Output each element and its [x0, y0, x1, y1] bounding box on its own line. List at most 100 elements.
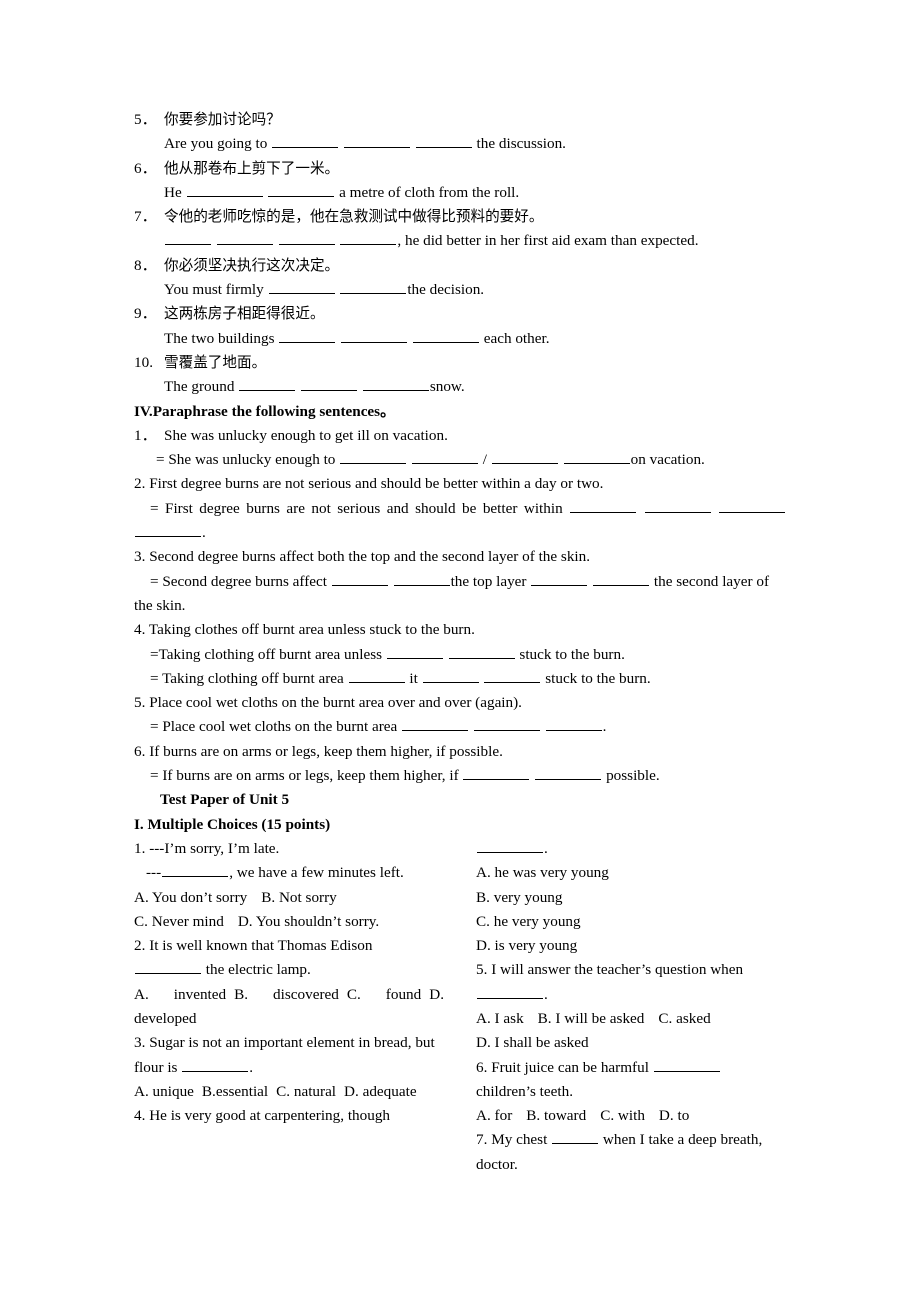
option-d[interactable]: D. to — [659, 1107, 689, 1124]
answer-blank[interactable] — [448, 644, 515, 659]
option-c[interactable]: C. found — [347, 986, 421, 1003]
answer-suffix: snow. — [429, 378, 465, 396]
answer-blank[interactable] — [653, 1057, 720, 1072]
answer-blank[interactable] — [301, 376, 358, 392]
answer-blank[interactable] — [535, 765, 602, 781]
answer-blank[interactable] — [340, 449, 407, 465]
answer-suffix: , he did better in her first aid exam th… — [397, 232, 699, 250]
translation-item-6-chinese: 6． 他从那卷布上剪下了一米。 — [134, 157, 786, 181]
answer-blank[interactable] — [386, 644, 443, 659]
answer-part: =Taking clothing off burnt area unless — [150, 645, 386, 663]
answer-blank[interactable] — [135, 959, 201, 975]
question-4-option-c[interactable]: C. he very young — [476, 910, 786, 934]
dialog-dash: --- — [146, 864, 162, 882]
answer-blank[interactable] — [268, 182, 335, 197]
translation-item-10-answer: The ground snow. — [134, 375, 786, 399]
answer-blank[interactable] — [477, 984, 543, 999]
question-4-option-b[interactable]: B. very young — [476, 886, 786, 910]
option-a[interactable]: A. invented — [134, 986, 226, 1003]
answer-blank[interactable] — [563, 449, 630, 465]
answer-blank[interactable] — [719, 498, 786, 513]
answer-part: on vacation. — [630, 451, 705, 469]
answer-blank[interactable] — [343, 133, 410, 149]
answer-blank[interactable] — [552, 1130, 599, 1145]
translation-item-9-chinese: 9． 这两栋房子相距得很近。 — [134, 302, 786, 326]
test-paper-title: Test Paper of Unit 5 — [160, 791, 290, 809]
answer-blank[interactable] — [331, 571, 388, 586]
answer-blank[interactable] — [341, 328, 408, 343]
question-5-option-d[interactable]: D. I shall be asked — [476, 1031, 786, 1055]
answer-blank[interactable] — [348, 668, 405, 683]
answer-blank[interactable] — [216, 231, 273, 246]
answer-blank[interactable] — [340, 279, 407, 295]
answer-blank[interactable] — [135, 522, 201, 538]
answer-blank[interactable] — [463, 765, 530, 781]
question-4-option-d[interactable]: D. is very young — [476, 934, 786, 958]
option-d[interactable]: D. adequate — [344, 1083, 417, 1100]
option-b[interactable]: B. I will be asked — [538, 1010, 645, 1027]
option-c[interactable]: C. natural — [276, 1083, 336, 1100]
option-c[interactable]: C. with — [600, 1107, 645, 1124]
option-a[interactable]: A. I ask — [476, 1010, 524, 1027]
answer-blank[interactable] — [593, 571, 650, 586]
option-b[interactable]: B. toward — [526, 1107, 586, 1124]
answer-blank[interactable] — [272, 133, 339, 149]
paraphrase-item-3-answer: = Second degree burns affect the top lay… — [134, 570, 786, 619]
answer-blank[interactable] — [279, 328, 336, 343]
option-b[interactable]: B. discovered — [234, 986, 339, 1003]
answer-blank[interactable] — [570, 498, 637, 513]
option-d[interactable]: D. You shouldn’t sorry. — [238, 913, 379, 930]
answer-blank[interactable] — [531, 571, 588, 586]
answer-blank[interactable] — [186, 182, 263, 197]
answer-blank[interactable] — [162, 862, 229, 878]
question-text: Taking clothes off burnt area unless stu… — [148, 621, 475, 639]
answer-blank[interactable] — [422, 668, 479, 683]
item-number: 5. — [134, 694, 146, 712]
question-1-line-2: --- , we have a few minutes left. — [134, 861, 444, 885]
item-number: 3. — [134, 548, 146, 566]
question-text: If burns are on arms or legs, keep them … — [149, 742, 503, 760]
answer-blank[interactable] — [278, 231, 335, 246]
answer-blank[interactable] — [484, 668, 541, 683]
question-7-line-2: doctor. — [476, 1155, 518, 1173]
answer-blank[interactable] — [239, 376, 296, 392]
answer-blank[interactable] — [268, 279, 335, 295]
answer-blank[interactable] — [340, 231, 397, 246]
option-c[interactable]: C. asked — [658, 1010, 710, 1027]
answer-blank[interactable] — [165, 231, 211, 246]
paraphrase-item-5-question: 5. Place cool wet cloths on the burnt ar… — [134, 691, 786, 715]
item-number: 10. — [134, 353, 153, 371]
answer-blank[interactable] — [644, 498, 711, 513]
answer-blank[interactable] — [402, 716, 469, 732]
dialog-text: , we have a few minutes left. — [229, 864, 404, 882]
item-number: 6． — [134, 159, 157, 177]
question-6-line-2: children’s teeth. — [476, 1082, 573, 1100]
option-c[interactable]: C. Never mind — [134, 913, 224, 930]
answer-blank[interactable] — [362, 376, 429, 392]
question-4-option-a[interactable]: A. he was very young — [476, 861, 786, 885]
option-a[interactable]: A. for — [476, 1107, 512, 1124]
question-text: 7. My chest — [476, 1131, 552, 1149]
answer-blank[interactable] — [545, 716, 602, 732]
multiple-choices-heading: I. Multiple Choices (15 points) — [134, 815, 331, 833]
answer-blank[interactable] — [182, 1057, 249, 1072]
answer-blank[interactable] — [477, 838, 543, 853]
item-number: 9． — [134, 305, 157, 323]
answer-blank[interactable] — [473, 716, 540, 732]
answer-blank[interactable] — [412, 449, 478, 465]
question-7-line-1: 7. My chest when I take a deep breath, — [476, 1128, 786, 1152]
translation-item-8-chinese: 8． 你必须坚决执行这次决定。 — [134, 254, 786, 278]
option-a[interactable]: A. You don’t sorry — [134, 889, 247, 906]
item-number: 1． — [134, 426, 157, 444]
option-b[interactable]: B.essential — [202, 1083, 268, 1100]
chinese-sentence: 雪覆盖了地面。 — [164, 353, 267, 371]
question-5-line-2: . — [476, 983, 786, 1007]
answer-blank[interactable] — [491, 449, 558, 465]
option-a[interactable]: A. unique — [134, 1083, 194, 1100]
answer-blank[interactable] — [412, 328, 479, 343]
item-number: 6. — [134, 742, 146, 760]
answer-blank[interactable] — [393, 571, 450, 586]
option-b[interactable]: B. Not sorry — [261, 889, 337, 906]
answer-blank[interactable] — [415, 133, 472, 149]
question-text: First degree burns are not serious and s… — [149, 475, 604, 493]
